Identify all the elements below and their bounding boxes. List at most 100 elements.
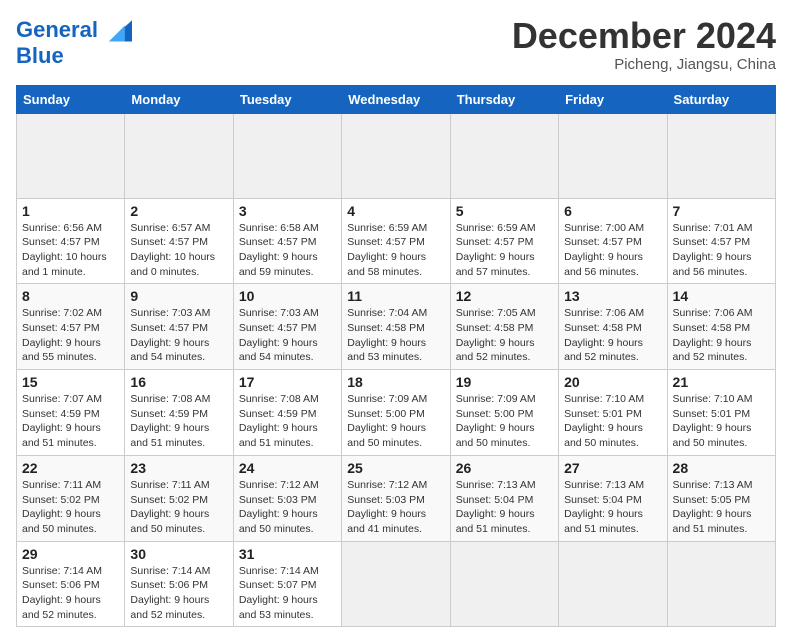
day-cell: 4 Sunrise: 6:59 AM Sunset: 4:57 PM Daylig…	[342, 198, 450, 284]
day-cell: 26 Sunrise: 7:13 AM Sunset: 5:04 PM Dayli…	[450, 455, 558, 541]
week-row-2: 1 Sunrise: 6:56 AM Sunset: 4:57 PM Daylig…	[17, 198, 776, 284]
day-number: 2	[130, 203, 227, 219]
day-info: Sunrise: 7:03 AM Sunset: 4:57 PM Dayligh…	[130, 306, 227, 365]
day-info: Sunrise: 7:02 AM Sunset: 4:57 PM Dayligh…	[22, 306, 119, 365]
day-info: Sunrise: 6:57 AM Sunset: 4:57 PM Dayligh…	[130, 221, 227, 280]
day-number: 16	[130, 374, 227, 390]
day-number: 28	[673, 460, 770, 476]
day-cell	[17, 113, 125, 198]
day-cell: 28 Sunrise: 7:13 AM Sunset: 5:05 PM Dayli…	[667, 455, 775, 541]
day-info: Sunrise: 7:13 AM Sunset: 5:04 PM Dayligh…	[456, 478, 553, 537]
week-row-4: 15Sunrise: 7:07 AM Sunset: 4:59 PM Dayli…	[17, 370, 776, 456]
month-title: December 2024	[512, 16, 776, 56]
location-subtitle: Picheng, Jiangsu, China	[512, 56, 776, 73]
day-cell: 22 Sunrise: 7:11 AM Sunset: 5:02 PM Dayli…	[17, 455, 125, 541]
day-cell: 10 Sunrise: 7:03 AM Sunset: 4:57 PM Dayli…	[233, 284, 341, 370]
day-number: 25	[347, 460, 444, 476]
col-header-thursday: Thursday	[450, 85, 558, 113]
week-row-1	[17, 113, 776, 198]
day-info: Sunrise: 7:14 AM Sunset: 5:07 PM Dayligh…	[239, 564, 336, 623]
day-info: Sunrise: 7:12 AM Sunset: 5:03 PM Dayligh…	[347, 478, 444, 537]
day-cell: 23 Sunrise: 7:11 AM Sunset: 5:02 PM Dayli…	[125, 455, 233, 541]
day-cell: 25 Sunrise: 7:12 AM Sunset: 5:03 PM Dayli…	[342, 455, 450, 541]
day-number: 17	[239, 374, 336, 390]
day-cell: 7 Sunrise: 7:01 AM Sunset: 4:57 PM Daylig…	[667, 198, 775, 284]
day-number: 19	[456, 374, 553, 390]
col-header-sunday: Sunday	[17, 85, 125, 113]
day-cell: 18Sunrise: 7:09 AM Sunset: 5:00 PM Dayli…	[342, 370, 450, 456]
day-info: Sunrise: 7:14 AM Sunset: 5:06 PM Dayligh…	[22, 564, 119, 623]
day-number: 1	[22, 203, 119, 219]
day-cell: 1 Sunrise: 6:56 AM Sunset: 4:57 PM Daylig…	[17, 198, 125, 284]
day-number: 13	[564, 288, 661, 304]
week-row-3: 8 Sunrise: 7:02 AM Sunset: 4:57 PM Daylig…	[17, 284, 776, 370]
day-number: 6	[564, 203, 661, 219]
day-number: 10	[239, 288, 336, 304]
day-number: 8	[22, 288, 119, 304]
day-info: Sunrise: 7:09 AM Sunset: 5:00 PM Dayligh…	[347, 392, 444, 451]
week-row-6: 29Sunrise: 7:14 AM Sunset: 5:06 PM Dayli…	[17, 541, 776, 627]
day-cell: 6 Sunrise: 7:00 AM Sunset: 4:57 PM Daylig…	[559, 198, 667, 284]
logo: General Blue	[16, 16, 132, 68]
day-number: 4	[347, 203, 444, 219]
day-cell: 14Sunrise: 7:06 AM Sunset: 4:58 PM Dayli…	[667, 284, 775, 370]
day-cell: 11Sunrise: 7:04 AM Sunset: 4:58 PM Dayli…	[342, 284, 450, 370]
day-info: Sunrise: 7:12 AM Sunset: 5:03 PM Dayligh…	[239, 478, 336, 537]
day-cell	[559, 113, 667, 198]
day-info: Sunrise: 7:06 AM Sunset: 4:58 PM Dayligh…	[673, 306, 770, 365]
day-cell: 30Sunrise: 7:14 AM Sunset: 5:06 PM Dayli…	[125, 541, 233, 627]
col-header-saturday: Saturday	[667, 85, 775, 113]
day-info: Sunrise: 7:13 AM Sunset: 5:04 PM Dayligh…	[564, 478, 661, 537]
day-info: Sunrise: 6:59 AM Sunset: 4:57 PM Dayligh…	[347, 221, 444, 280]
day-info: Sunrise: 7:11 AM Sunset: 5:02 PM Dayligh…	[22, 478, 119, 537]
day-number: 5	[456, 203, 553, 219]
calendar-header-row: SundayMondayTuesdayWednesdayThursdayFrid…	[17, 85, 776, 113]
day-info: Sunrise: 6:56 AM Sunset: 4:57 PM Dayligh…	[22, 221, 119, 280]
day-number: 26	[456, 460, 553, 476]
day-number: 22	[22, 460, 119, 476]
day-cell: 3 Sunrise: 6:58 AM Sunset: 4:57 PM Daylig…	[233, 198, 341, 284]
week-row-5: 22 Sunrise: 7:11 AM Sunset: 5:02 PM Dayli…	[17, 455, 776, 541]
day-cell	[125, 113, 233, 198]
day-info: Sunrise: 7:08 AM Sunset: 4:59 PM Dayligh…	[239, 392, 336, 451]
day-info: Sunrise: 7:09 AM Sunset: 5:00 PM Dayligh…	[456, 392, 553, 451]
day-number: 9	[130, 288, 227, 304]
day-number: 20	[564, 374, 661, 390]
day-info: Sunrise: 6:58 AM Sunset: 4:57 PM Dayligh…	[239, 221, 336, 280]
col-header-friday: Friday	[559, 85, 667, 113]
day-info: Sunrise: 7:01 AM Sunset: 4:57 PM Dayligh…	[673, 221, 770, 280]
day-number: 3	[239, 203, 336, 219]
day-cell: 12Sunrise: 7:05 AM Sunset: 4:58 PM Dayli…	[450, 284, 558, 370]
col-header-monday: Monday	[125, 85, 233, 113]
day-info: Sunrise: 7:11 AM Sunset: 5:02 PM Dayligh…	[130, 478, 227, 537]
day-number: 24	[239, 460, 336, 476]
day-info: Sunrise: 7:07 AM Sunset: 4:59 PM Dayligh…	[22, 392, 119, 451]
day-number: 7	[673, 203, 770, 219]
day-number: 23	[130, 460, 227, 476]
day-number: 27	[564, 460, 661, 476]
day-cell: 20Sunrise: 7:10 AM Sunset: 5:01 PM Dayli…	[559, 370, 667, 456]
day-number: 21	[673, 374, 770, 390]
day-cell	[450, 113, 558, 198]
day-cell: 19 Sunrise: 7:09 AM Sunset: 5:00 PM Dayli…	[450, 370, 558, 456]
day-info: Sunrise: 7:13 AM Sunset: 5:05 PM Dayligh…	[673, 478, 770, 537]
day-info: Sunrise: 6:59 AM Sunset: 4:57 PM Dayligh…	[456, 221, 553, 280]
logo-icon	[100, 16, 132, 44]
title-block: December 2024 Picheng, Jiangsu, China	[512, 16, 776, 73]
day-cell: 8 Sunrise: 7:02 AM Sunset: 4:57 PM Daylig…	[17, 284, 125, 370]
day-cell: 2 Sunrise: 6:57 AM Sunset: 4:57 PM Daylig…	[125, 198, 233, 284]
day-cell: 15Sunrise: 7:07 AM Sunset: 4:59 PM Dayli…	[17, 370, 125, 456]
col-header-wednesday: Wednesday	[342, 85, 450, 113]
day-cell	[233, 113, 341, 198]
day-cell: 16Sunrise: 7:08 AM Sunset: 4:59 PM Dayli…	[125, 370, 233, 456]
day-info: Sunrise: 7:03 AM Sunset: 4:57 PM Dayligh…	[239, 306, 336, 365]
col-header-tuesday: Tuesday	[233, 85, 341, 113]
day-info: Sunrise: 7:06 AM Sunset: 4:58 PM Dayligh…	[564, 306, 661, 365]
day-cell	[342, 541, 450, 627]
day-cell	[450, 541, 558, 627]
day-cell: 9 Sunrise: 7:03 AM Sunset: 4:57 PM Daylig…	[125, 284, 233, 370]
day-number: 12	[456, 288, 553, 304]
day-cell: 31Sunrise: 7:14 AM Sunset: 5:07 PM Dayli…	[233, 541, 341, 627]
day-info: Sunrise: 7:00 AM Sunset: 4:57 PM Dayligh…	[564, 221, 661, 280]
day-info: Sunrise: 7:10 AM Sunset: 5:01 PM Dayligh…	[673, 392, 770, 451]
